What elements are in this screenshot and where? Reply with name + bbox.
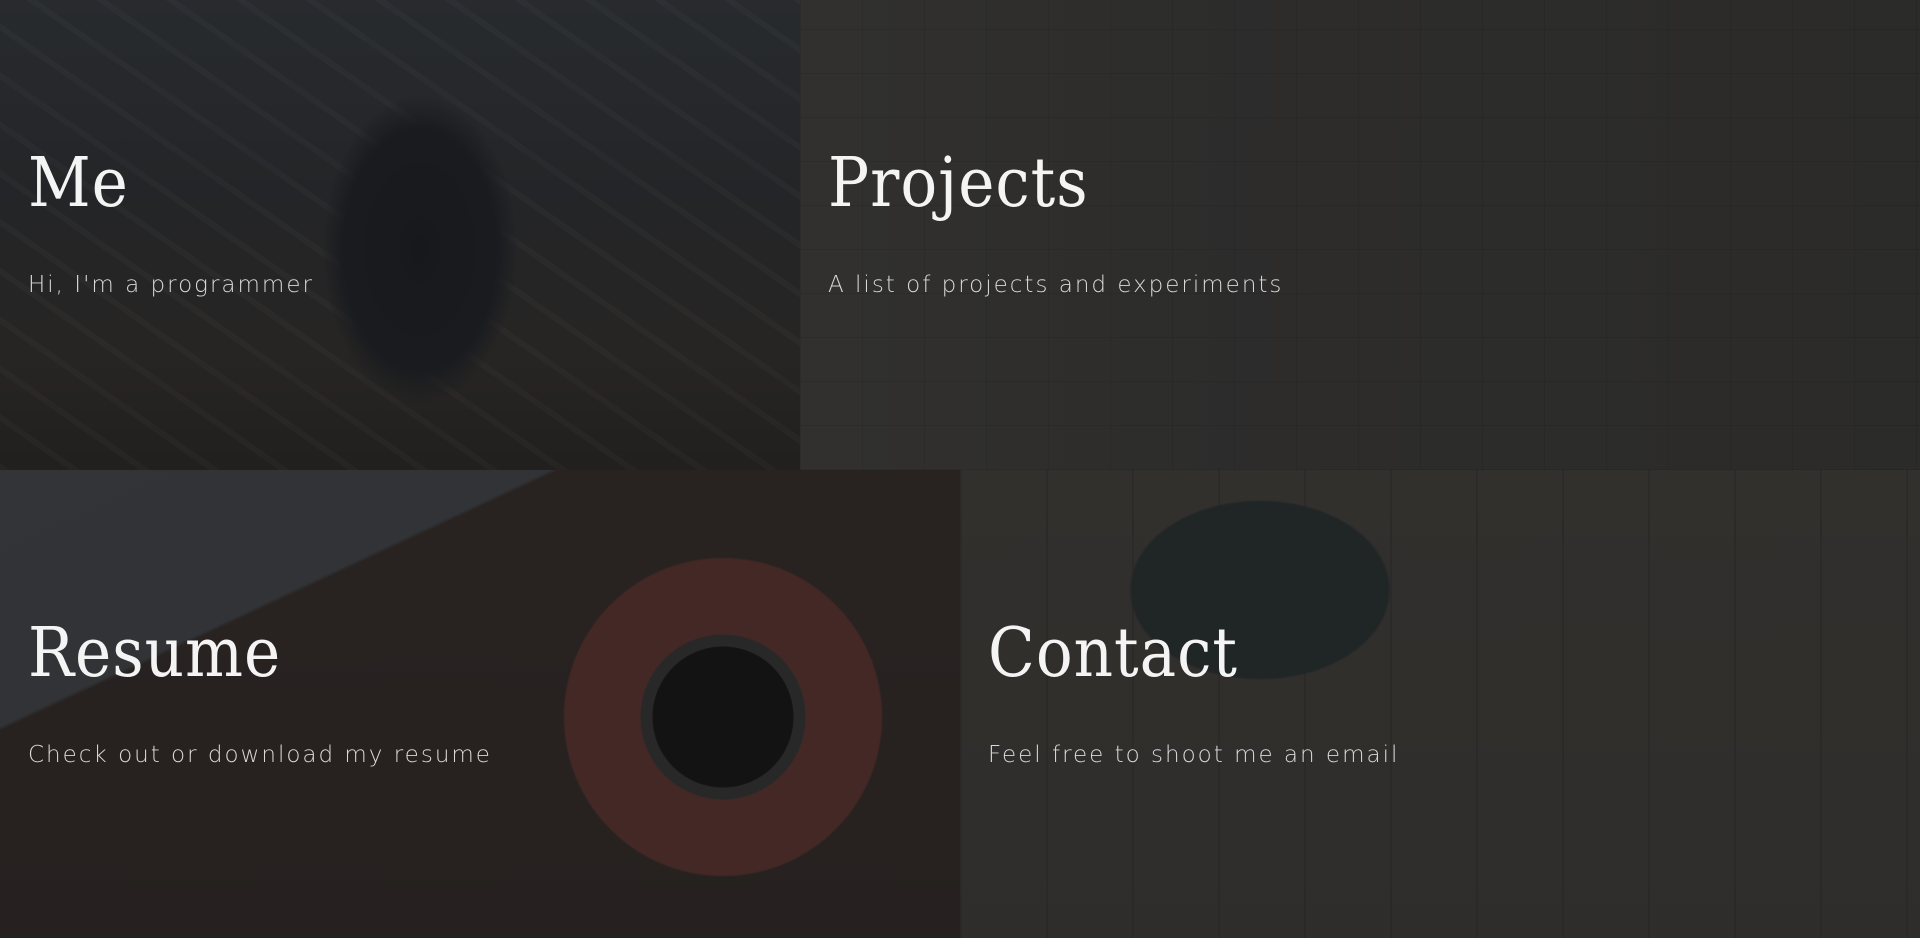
tile-title: Resume (28, 614, 282, 693)
tile-subtitle: Hi, I'm a programmer (28, 272, 314, 298)
tile-title: Me (28, 144, 129, 223)
tile-content: Contact Feel free to shoot me an email (988, 614, 1400, 769)
tile-title: Projects (828, 144, 1089, 223)
tile-subtitle: Feel free to shoot me an email (988, 742, 1400, 768)
tile-projects[interactable]: Projects A list of projects and experime… (800, 0, 1920, 470)
tile-me[interactable]: Me Hi, I'm a programmer (0, 0, 800, 470)
tile-grid: Me Hi, I'm a programmer Projects A list … (0, 0, 1920, 938)
tile-contact[interactable]: Contact Feel free to shoot me an email (960, 470, 1920, 938)
tile-content: Me Hi, I'm a programmer (28, 144, 314, 299)
tile-subtitle: A list of projects and experiments (828, 272, 1284, 298)
tile-content: Resume Check out or download my resume (28, 614, 492, 769)
tile-content: Projects A list of projects and experime… (828, 144, 1284, 299)
tile-resume[interactable]: Resume Check out or download my resume (0, 470, 960, 938)
tile-subtitle: Check out or download my resume (28, 742, 492, 768)
tile-title: Contact (988, 614, 1238, 693)
